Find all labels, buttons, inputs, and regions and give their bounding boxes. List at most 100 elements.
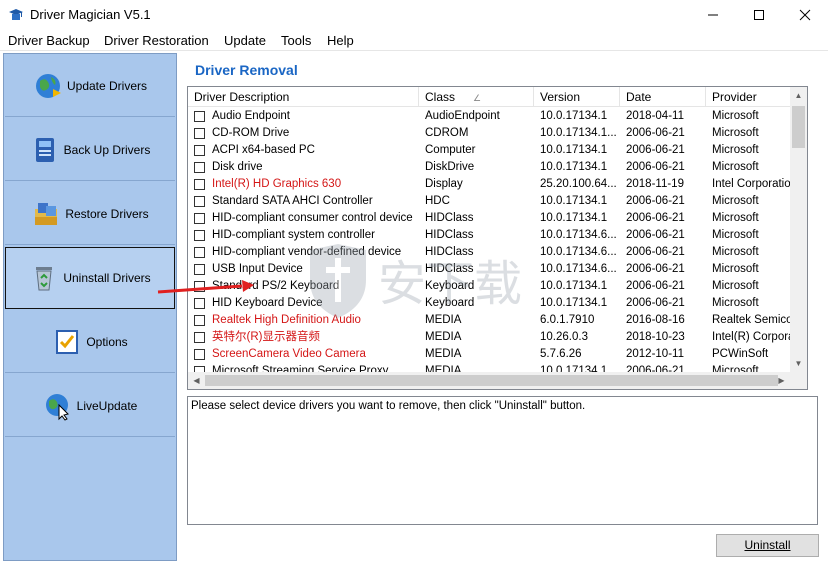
checklist-icon <box>56 329 79 354</box>
table-row[interactable]: ScreenCamera Video Camera MEDIA 5.7.6.26 20… <box>188 346 799 363</box>
menu-update[interactable]: Update <box>224 33 266 48</box>
cell-provider: Microsoft <box>712 246 759 258</box>
recycle-bin-icon <box>36 267 53 291</box>
table-row[interactable]: HID-compliant vendor-defined device HIDCl… <box>188 244 799 261</box>
table-row[interactable]: HID-compliant system controller HIDClass 1… <box>188 227 799 244</box>
cell-class: CDROM <box>425 127 469 139</box>
vertical-scroll-thumb[interactable] <box>792 106 805 148</box>
table-row[interactable]: HID Keyboard Device Keyboard 10.0.17134.1 2… <box>188 295 799 312</box>
row-checkbox[interactable] <box>194 179 205 190</box>
column-header-class[interactable]: Class ∠ <box>419 87 534 107</box>
cell-version: 10.0.17134.1 <box>540 297 608 309</box>
row-checkbox[interactable] <box>194 213 205 224</box>
sidebar-item-label: Uninstall Drivers <box>63 271 151 285</box>
table-row[interactable]: USB Input Device HIDClass 10.0.17134.6... 2… <box>188 261 799 278</box>
cell-class: MEDIA <box>425 348 462 360</box>
cell-date: 2006-06-21 <box>626 144 685 156</box>
cell-desc: Audio Endpoint <box>212 110 291 122</box>
cell-desc: Realtek High Definition Audio <box>212 314 361 326</box>
cell-date: 2012-10-11 <box>626 348 684 360</box>
scroll-down-icon[interactable]: ▼ <box>790 355 807 372</box>
menu-tools[interactable]: Tools <box>281 33 311 48</box>
title-bar: Driver Magician V5.1 <box>0 0 828 30</box>
cell-date: 2006-06-21 <box>626 212 685 224</box>
sidebar-item-options[interactable]: Options <box>5 311 175 373</box>
row-checkbox[interactable] <box>194 332 205 343</box>
menu-driver-backup[interactable]: Driver Backup <box>8 33 90 48</box>
minimize-button[interactable] <box>690 0 736 30</box>
row-checkbox[interactable] <box>194 196 205 207</box>
cell-version: 10.0.17134.1 <box>540 280 608 292</box>
table-row[interactable]: HID-compliant consumer control device HID… <box>188 210 799 227</box>
cell-class: MEDIA <box>425 331 462 343</box>
close-button[interactable] <box>782 0 828 30</box>
row-checkbox[interactable] <box>194 128 205 139</box>
cell-version: 6.0.1.7910 <box>540 314 595 326</box>
sidebar-item-back-up-drivers[interactable]: Back Up Drivers <box>5 119 175 181</box>
scroll-right-icon[interactable]: ▶ <box>773 372 790 389</box>
sidebar-item-update-drivers[interactable]: Update Drivers <box>5 55 175 117</box>
row-checkbox[interactable] <box>194 315 205 326</box>
column-header-date[interactable]: Date <box>620 87 706 107</box>
row-checkbox[interactable] <box>194 247 205 258</box>
cell-provider: Microsoft <box>712 263 759 275</box>
maximize-icon <box>754 10 764 20</box>
info-box: Please select device drivers you want to… <box>187 396 818 525</box>
row-checkbox[interactable] <box>194 298 205 309</box>
horizontal-scrollbar[interactable]: ◀ ▶ <box>188 372 807 389</box>
cell-class: MEDIA <box>425 314 462 326</box>
page-title: Driver Removal <box>195 62 298 78</box>
vertical-scrollbar[interactable]: ▲ ▼ <box>790 87 807 372</box>
row-checkbox[interactable] <box>194 230 205 241</box>
maximize-button[interactable] <box>736 0 782 30</box>
menu-help[interactable]: Help <box>327 33 354 48</box>
table-row[interactable]: 英特尔(R)显示器音频 MEDIA 10.26.0.3 2018-10-23 Intel… <box>188 329 799 346</box>
cell-class: Keyboard <box>425 280 475 292</box>
table-row[interactable]: Disk drive DiskDrive 10.0.17134.1 2006-06-2… <box>188 159 799 176</box>
graduation-cap-icon <box>9 9 23 20</box>
cell-provider: Microsoft <box>712 280 759 292</box>
column-header-provider[interactable]: Provider <box>706 87 799 107</box>
uninstall-button[interactable]: Uninstall <box>716 534 819 557</box>
sidebar-item-liveupdate[interactable]: LiveUpdate <box>5 375 175 437</box>
sidebar-item-uninstall-drivers[interactable]: Uninstall Drivers <box>5 247 175 309</box>
table-row[interactable]: ACPI x64-based PC Computer 10.0.17134.1 200… <box>188 142 799 159</box>
scroll-left-icon[interactable]: ◀ <box>188 372 205 389</box>
menu-bar: Driver Backup Driver Restoration Update … <box>0 30 828 51</box>
cell-date: 2006-06-21 <box>626 195 685 207</box>
scroll-up-icon[interactable]: ▲ <box>790 87 807 104</box>
table-row[interactable]: Audio Endpoint AudioEndpoint 10.0.17134.1 2… <box>188 108 799 125</box>
table-row[interactable]: Standard SATA AHCI Controller HDC 10.0.171… <box>188 193 799 210</box>
horizontal-scroll-thumb[interactable] <box>205 375 778 386</box>
cell-class: AudioEndpoint <box>425 110 500 122</box>
table-row[interactable]: Realtek High Definition Audio MEDIA 6.0.1.… <box>188 312 799 329</box>
row-checkbox[interactable] <box>194 281 205 292</box>
row-checkbox[interactable] <box>194 111 205 122</box>
row-checkbox[interactable] <box>194 162 205 173</box>
row-checkbox[interactable] <box>194 264 205 275</box>
cell-version: 10.0.17134.1 <box>540 212 608 224</box>
cell-provider: Microsoft <box>712 110 759 122</box>
cell-desc: HID-compliant system controller <box>212 229 375 241</box>
cell-desc: Standard SATA AHCI Controller <box>212 195 373 207</box>
row-checkbox[interactable] <box>194 145 205 156</box>
cell-class: Display <box>425 178 463 190</box>
driver-list[interactable]: Driver Description Class ∠ Version Date P… <box>187 86 808 390</box>
cell-provider: Microsoft <box>712 297 759 309</box>
table-row[interactable]: Standard PS/2 Keyboard Keyboard 10.0.17134… <box>188 278 799 295</box>
menu-driver-restoration[interactable]: Driver Restoration <box>104 33 209 48</box>
column-header-description[interactable]: Driver Description <box>188 87 419 107</box>
sidebar-item-restore-drivers[interactable]: Restore Drivers <box>5 183 175 245</box>
column-header-version[interactable]: Version <box>534 87 620 107</box>
table-row[interactable]: CD-ROM Drive CDROM 10.0.17134.1... 2006-06-… <box>188 125 799 142</box>
cell-class: HDC <box>425 195 450 207</box>
row-checkbox[interactable] <box>194 349 205 360</box>
cell-desc: CD-ROM Drive <box>212 127 290 139</box>
table-row[interactable]: Intel(R) HD Graphics 630 Display 25.20.100… <box>188 176 799 193</box>
cell-class: HIDClass <box>425 263 474 275</box>
cell-date: 2006-06-21 <box>626 161 685 173</box>
cell-provider: Intel Corporation <box>712 178 798 190</box>
cell-date: 2006-06-21 <box>626 280 685 292</box>
window-title: Driver Magician V5.1 <box>30 7 151 22</box>
cell-date: 2018-10-23 <box>626 331 685 343</box>
